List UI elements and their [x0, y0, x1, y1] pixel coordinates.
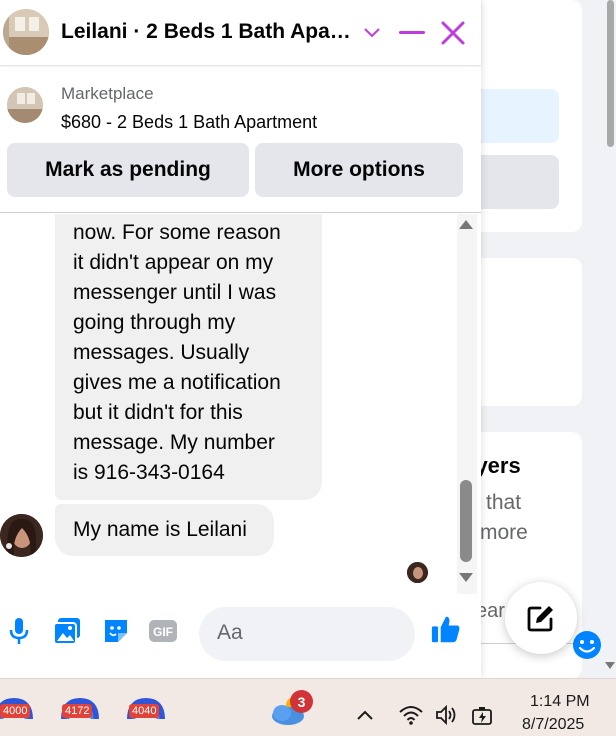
thumbs-up-icon[interactable]	[431, 614, 461, 644]
new-message-button[interactable]	[505, 582, 577, 654]
listing-title[interactable]: $680 - 2 Beds 1 Bath Apartment	[61, 112, 317, 133]
clock-time[interactable]: 1:14 PM	[530, 693, 590, 711]
message-text: you message only just now. For some reas…	[73, 221, 281, 484]
show-hidden-icons-chevron[interactable]	[352, 703, 378, 727]
page-scroll-down-arrow[interactable]	[605, 662, 615, 669]
message-input[interactable]	[217, 621, 367, 645]
photo-icon[interactable]	[52, 616, 82, 646]
scroll-up-arrow[interactable]	[459, 220, 473, 229]
read-receipt-avatar	[407, 562, 428, 583]
gif-label: GIF	[153, 625, 173, 639]
background-blue-button[interactable]	[470, 89, 559, 143]
message-list: you message only just now. For some reas…	[0, 214, 455, 594]
taskbar-app-badge: 4172	[62, 704, 93, 718]
microphone-icon[interactable]	[4, 616, 34, 646]
message-composer: GIF	[0, 596, 601, 678]
page-scrollbar-thumb[interactable]	[607, 0, 614, 147]
marketplace-listing-banner: Marketplace $680 - 2 Beds 1 Bath Apartme…	[0, 67, 481, 213]
background-text-line: more	[480, 521, 528, 544]
message-bubble[interactable]: My name is Leilani	[55, 504, 274, 556]
clock-date[interactable]: 8/7/2025	[522, 716, 584, 734]
background-text-line: that	[486, 491, 522, 514]
chat-window: Leilani · 2 Beds 1 Bath Apa… Marketplace…	[0, 0, 601, 678]
wifi-icon[interactable]	[398, 703, 424, 727]
sticker-icon[interactable]	[101, 616, 131, 646]
message-bubble[interactable]: you message only just now. For some reas…	[55, 214, 322, 500]
listing-source-label: Marketplace	[61, 84, 154, 103]
more-options-button[interactable]: More options	[255, 143, 463, 197]
listing-thumbnail[interactable]	[7, 87, 43, 123]
sender-avatar[interactable]	[0, 514, 43, 557]
conversation-title[interactable]: Leilani · 2 Beds 1 Bath Apa…	[61, 20, 351, 44]
chat-scrollbar-thumb[interactable]	[460, 480, 472, 562]
message-text: My name is Leilani	[73, 518, 247, 541]
message-input-box[interactable]	[199, 607, 601, 661]
background-card	[470, 258, 582, 406]
emoji-icon[interactable]	[572, 630, 602, 660]
background-gray-button[interactable]	[470, 155, 559, 209]
volume-icon[interactable]	[435, 703, 461, 727]
chevron-down-icon[interactable]	[357, 18, 387, 48]
close-icon[interactable]	[438, 18, 468, 48]
gif-icon[interactable]: GIF	[148, 616, 178, 646]
scroll-down-arrow[interactable]	[459, 573, 473, 582]
chat-header: Leilani · 2 Beds 1 Bath Apa…	[0, 0, 481, 66]
notification-badge: 3	[290, 690, 313, 713]
battery-charging-icon[interactable]	[470, 703, 496, 727]
taskbar-app-badge: 4000	[0, 704, 31, 718]
compose-icon	[527, 606, 553, 632]
taskbar-app-badge: 4040	[129, 704, 160, 718]
minimize-icon[interactable]	[397, 18, 427, 48]
apartment-photo-avatar[interactable]	[3, 9, 49, 55]
mark-as-pending-button[interactable]: Mark as pending	[7, 143, 249, 197]
